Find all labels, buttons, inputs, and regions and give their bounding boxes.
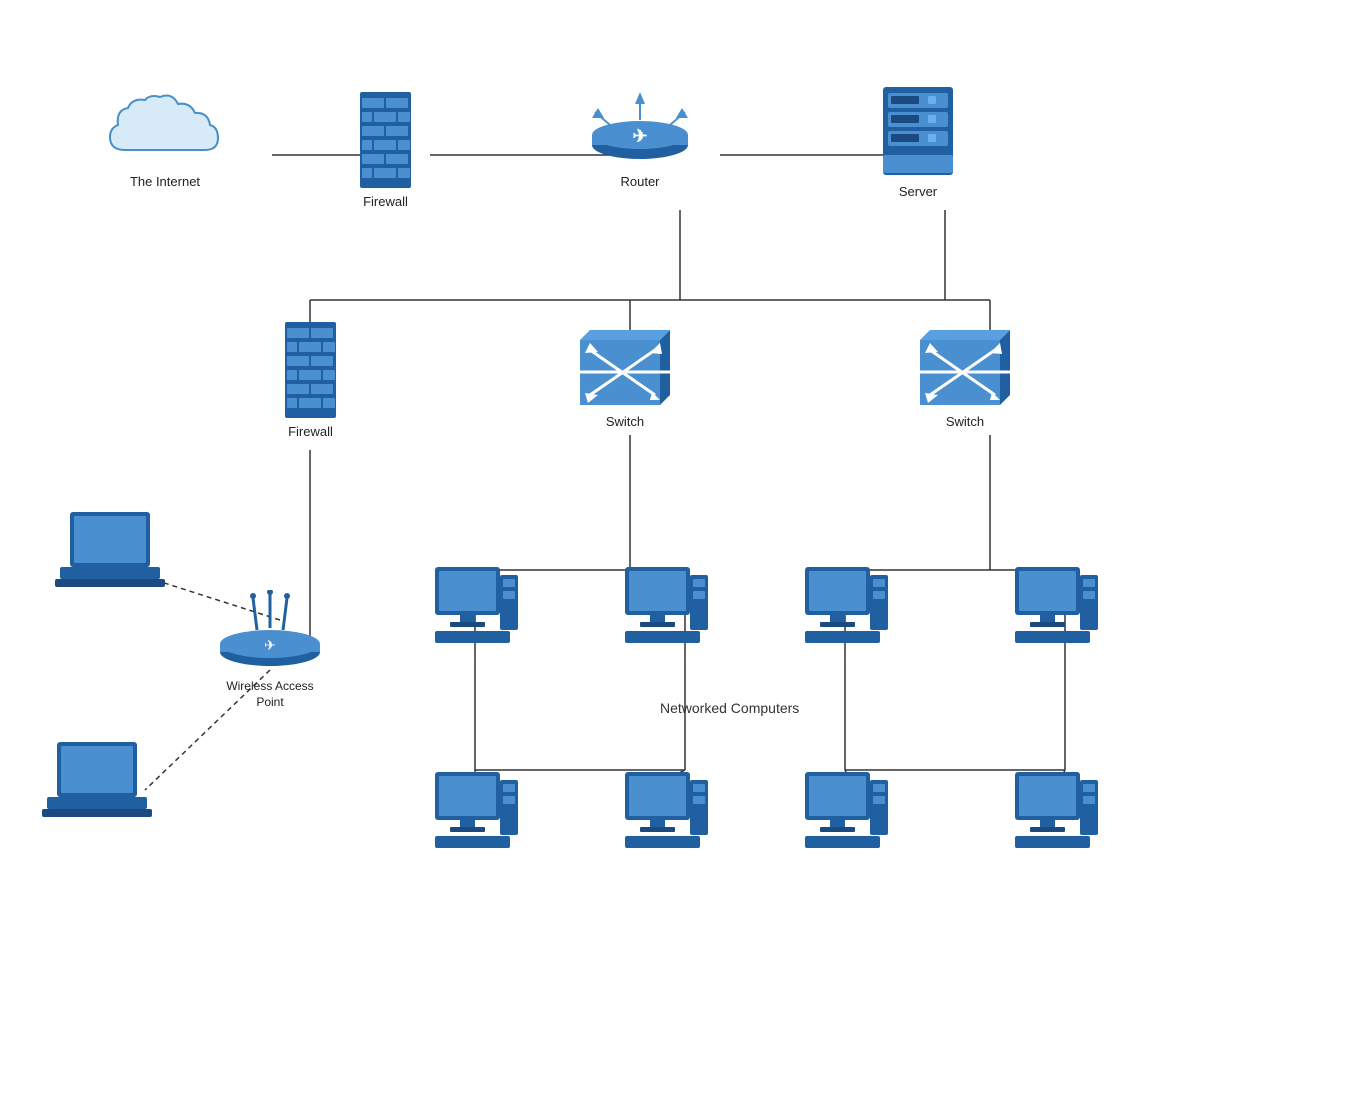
switch2-icon xyxy=(910,310,1020,410)
router-label: Router xyxy=(620,174,659,191)
pc1-node xyxy=(430,565,520,650)
switch1-node: Switch xyxy=(570,310,680,431)
switch1-icon xyxy=(570,310,680,410)
firewall1-icon xyxy=(358,90,413,190)
wap-label: Wireless Access Point xyxy=(226,679,313,710)
server-node: Server xyxy=(878,85,958,201)
pc7-icon xyxy=(800,770,890,855)
switch1-label: Switch xyxy=(606,414,644,431)
network-diagram: The Internet Firewall xyxy=(0,0,1360,1120)
server-label: Server xyxy=(899,184,937,201)
cloud-icon xyxy=(100,90,230,170)
pc6-node xyxy=(620,770,710,855)
firewall1-node: Firewall xyxy=(358,90,413,211)
firewall2-node: Firewall xyxy=(283,320,338,441)
internet-node: The Internet xyxy=(100,90,230,191)
pc7-node xyxy=(800,770,890,855)
laptop2-icon xyxy=(42,740,157,825)
wap-node: ✈ Wireless Access Point xyxy=(215,590,325,710)
pc8-icon xyxy=(1010,770,1100,855)
switch2-label: Switch xyxy=(946,414,984,431)
pc4-icon xyxy=(1010,565,1100,650)
pc1-icon xyxy=(430,565,520,650)
wap-icon: ✈ xyxy=(215,590,325,675)
svg-text:✈: ✈ xyxy=(632,126,647,146)
firewall2-label: Firewall xyxy=(288,424,333,441)
pc6-icon xyxy=(620,770,710,855)
firewall1-label: Firewall xyxy=(363,194,408,211)
switch2-node: Switch xyxy=(910,310,1020,431)
laptop2-node xyxy=(42,740,157,829)
laptop1-icon xyxy=(55,510,170,595)
pc5-node xyxy=(430,770,520,855)
router-node: ✈ Router xyxy=(590,90,690,191)
server-icon xyxy=(878,85,958,180)
pc2-icon xyxy=(620,565,710,650)
networked-computers-label: Networked Computers xyxy=(660,700,799,716)
firewall2-icon xyxy=(283,320,338,420)
pc2-node xyxy=(620,565,710,650)
router-icon: ✈ xyxy=(590,90,690,170)
pc3-node xyxy=(800,565,890,650)
pc8-node xyxy=(1010,770,1100,855)
pc4-node xyxy=(1010,565,1100,650)
pc3-icon xyxy=(800,565,890,650)
svg-text:✈: ✈ xyxy=(264,637,276,653)
pc5-icon xyxy=(430,770,520,855)
laptop1-node xyxy=(55,510,170,599)
internet-label: The Internet xyxy=(130,174,200,191)
